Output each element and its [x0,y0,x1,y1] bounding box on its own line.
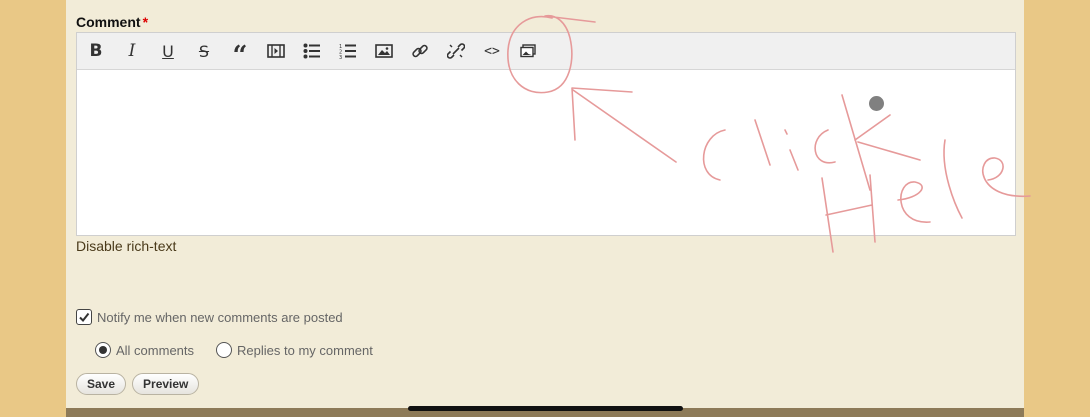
unlink-icon [447,43,465,59]
home-indicator[interactable] [408,406,683,411]
form-actions: Save Preview [76,373,205,395]
comment-label: Comment * [76,14,148,30]
blockquote-button[interactable]: “ [222,33,258,69]
video-icon [267,44,285,58]
notify-scope-group: All comments Replies to my comment [95,342,395,358]
comment-text-area[interactable] [77,70,1015,236]
numbered-list-button[interactable]: 1 2 3 [330,33,366,69]
radio-all-comments-control[interactable] [95,342,111,358]
save-button[interactable]: Save [76,373,127,395]
numbered-list-icon: 1 2 3 [339,44,356,59]
notify-checkbox[interactable] [76,309,92,325]
notify-option[interactable]: Notify me when new comments are posted [76,309,343,325]
comment-label-text: Comment [76,14,141,30]
radio-replies[interactable]: Replies to my comment [216,342,373,358]
svg-text:3: 3 [339,55,342,59]
source-code-button[interactable]: <> [474,33,510,69]
italic-button[interactable]: I [114,33,150,69]
radio-all-comments[interactable]: All comments [95,342,194,358]
editor-toolbar: B I U S “ 1 2 3 <> [77,33,1015,70]
media-embed-icon [520,44,536,58]
bulleted-list-icon [303,43,320,59]
underline-icon: U [162,41,174,61]
required-marker: * [142,14,149,30]
source-code-icon: <> [484,43,500,59]
image-button[interactable] [366,33,402,69]
media-embed-button[interactable] [510,33,546,69]
strikethrough-icon: S [198,41,210,61]
strikethrough-button[interactable]: S [186,33,222,69]
rich-text-editor: B I U S “ 1 2 3 <> [76,32,1016,236]
preview-button[interactable]: Preview [132,373,200,395]
radio-replies-label: Replies to my comment [237,342,373,358]
italic-icon: I [128,41,136,61]
bold-button[interactable]: B [78,33,114,69]
bulleted-list-button[interactable] [294,33,330,69]
link-icon [412,44,428,58]
radio-selected-dot [99,346,107,354]
video-button[interactable] [258,33,294,69]
radio-all-comments-label: All comments [116,342,195,358]
unlink-button[interactable] [438,33,474,69]
touch-cursor [869,96,884,111]
blockquote-icon: “ [232,41,248,71]
radio-replies-control[interactable] [216,342,233,358]
disable-rich-text-link[interactable]: Disable rich-text [76,238,176,254]
link-button[interactable] [402,33,438,69]
underline-button[interactable]: U [150,33,186,69]
notify-label: Notify me when new comments are posted [97,309,343,325]
bold-icon: B [89,41,103,61]
checkmark-icon [79,312,90,323]
image-icon [375,44,393,58]
